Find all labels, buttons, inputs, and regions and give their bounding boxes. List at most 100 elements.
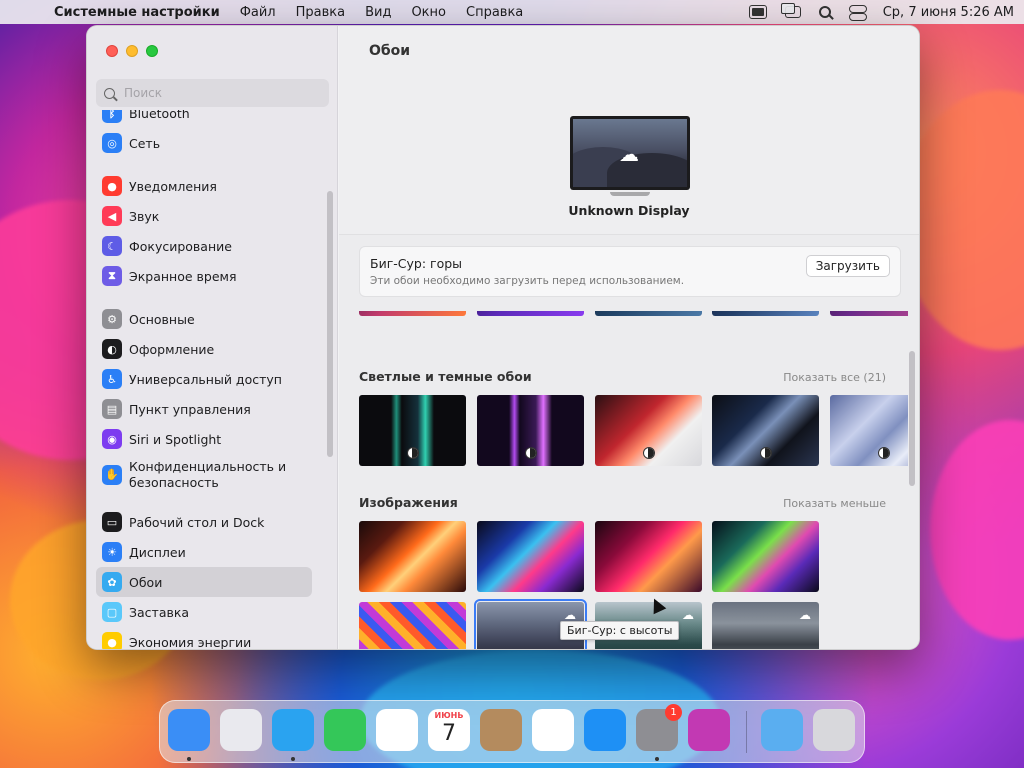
wallpaper-gallery: Светлые и темные обои Показать все (21) … xyxy=(339,311,908,649)
sidebar-item-speaker[interactable]: ◀ Звук xyxy=(96,201,312,231)
sidebar-item-label: Рабочий стол и Dock xyxy=(129,514,265,530)
sidebar-item-moon[interactable]: ☾ Фокусирование xyxy=(96,231,312,261)
notification-badge: 1 xyxy=(665,704,682,721)
wallpaper-thumbnail[interactable] xyxy=(359,521,466,592)
calendar-icon[interactable]: ИЮНЬ 7 xyxy=(428,709,470,751)
speaker-icon: ◀ xyxy=(102,206,122,226)
calendar-month: ИЮНЬ xyxy=(434,711,464,720)
sidebar-item-bell[interactable]: ● Уведомления xyxy=(96,171,312,201)
sidebar-item-sun[interactable]: ☀ Дисплеи xyxy=(96,537,312,567)
spotlight-search-icon[interactable] xyxy=(818,6,831,18)
sidebar-item-screensaver[interactable]: ▢ Заставка xyxy=(96,597,312,627)
dynamic-wallpaper-thumbnail[interactable] xyxy=(595,395,702,466)
sidebar-item-hand[interactable]: ✋ Конфиденциальность и безопасность xyxy=(96,454,312,496)
hand-icon: ✋ xyxy=(102,465,122,485)
main-content: Обои ☁ Unknown Display Биг-Сур: горы Эти… xyxy=(339,26,919,649)
menu-app-name[interactable]: Системные настройки xyxy=(54,5,220,20)
show-all-link[interactable]: Показать все (21) xyxy=(783,371,886,384)
sidebar-item-dock[interactable]: ▭ Рабочий стол и Dock xyxy=(96,507,312,537)
sidebar-item-label: Bluetooth xyxy=(129,110,190,121)
sidebar-item-globe[interactable]: ◎ Сеть xyxy=(96,128,312,158)
sidebar-item-hourglass[interactable]: ⧗ Экранное время xyxy=(96,261,312,291)
sidebar-item-label: Экранное время xyxy=(129,268,237,284)
sidebar-item-accessibility[interactable]: ♿ Универсальный доступ xyxy=(96,364,312,394)
system-settings-window: ᛒ Bluetooth ◎ Сеть ● Уведомления ◀ Звук ☾ Фокусир… xyxy=(86,25,920,650)
sidebar-item-label: Универсальный доступ xyxy=(129,371,282,387)
light-dark-icon xyxy=(760,447,772,459)
menu-file[interactable]: Файл xyxy=(240,5,276,20)
download-button[interactable]: Загрузить xyxy=(805,255,890,277)
wallpaper-thumbnail[interactable] xyxy=(712,521,819,592)
sidebar-search[interactable] xyxy=(96,79,329,107)
safari-icon[interactable] xyxy=(272,709,314,751)
dynamic-wallpaper-thumbnail[interactable] xyxy=(477,395,584,466)
screensaver-icon: ▢ xyxy=(102,602,122,622)
sidebar-item-siri[interactable]: ◉ Siri и Spotlight xyxy=(96,424,312,454)
sidebar-item-bulb[interactable]: ● Экономия энергии xyxy=(96,627,312,649)
show-less-link[interactable]: Показать меньше xyxy=(783,497,886,510)
minimize-window-button[interactable] xyxy=(126,45,138,57)
trash-icon[interactable] xyxy=(813,709,855,751)
sidebar-item-label: Основные xyxy=(129,311,195,327)
screen-mirroring-icon[interactable] xyxy=(780,3,801,18)
downloads-folder-icon[interactable] xyxy=(761,709,803,751)
dynamic-wallpaper-thumbnail[interactable] xyxy=(712,395,819,466)
sidebar-item-label: Сеть xyxy=(129,135,161,151)
screen-time-icon[interactable] xyxy=(688,709,730,751)
running-app-indicator xyxy=(187,757,191,761)
bluetooth-icon: ᛒ xyxy=(102,110,122,123)
main-scrollbar[interactable] xyxy=(909,351,915,486)
appearance-icon: ◐ xyxy=(102,339,122,359)
menu-help[interactable]: Справка xyxy=(466,5,523,20)
wallpaper-thumbnail[interactable] xyxy=(595,521,702,592)
window-controls xyxy=(106,45,158,57)
sidebar-item-bluetooth[interactable]: ᛒ Bluetooth xyxy=(96,110,312,128)
sidebar-item-control-center[interactable]: ▤ Пункт управления xyxy=(96,394,312,424)
section-title-images: Изображения xyxy=(359,495,458,510)
wallpaper-thumbnail[interactable] xyxy=(477,311,584,316)
dynamic-wallpaper-thumbnail[interactable] xyxy=(359,395,466,466)
wallpaper-thumbnail[interactable] xyxy=(359,311,466,316)
sidebar-item-gear[interactable]: ⚙ Основные xyxy=(96,304,312,334)
section-title-light-dark: Светлые и темные обои xyxy=(359,369,532,384)
system-settings-icon[interactable]: 1 xyxy=(636,704,682,751)
sidebar: ᛒ Bluetooth ◎ Сеть ● Уведомления ◀ Звук ☾ Фокусир… xyxy=(87,26,338,649)
menu-view[interactable]: Вид xyxy=(365,5,391,20)
light-dark-icon xyxy=(878,447,890,459)
zoom-window-button[interactable] xyxy=(146,45,158,57)
calendar-day: 7 xyxy=(442,721,456,746)
contacts-icon[interactable] xyxy=(480,709,522,751)
display-name: Unknown Display xyxy=(568,203,690,218)
launchpad-icon[interactable] xyxy=(220,709,262,751)
sidebar-scrollbar[interactable] xyxy=(327,191,333,457)
app-store-icon[interactable] xyxy=(584,709,626,751)
close-window-button[interactable] xyxy=(106,45,118,57)
wallpaper-thumbnail[interactable] xyxy=(477,521,584,592)
display-preview[interactable]: ☁ xyxy=(570,116,690,196)
siri-icon: ◉ xyxy=(102,429,122,449)
bulb-icon: ● xyxy=(102,632,122,649)
wallpaper-thumbnail[interactable] xyxy=(712,311,819,316)
control-center-icon[interactable] xyxy=(848,5,867,21)
search-input[interactable] xyxy=(124,86,314,100)
battery-icon[interactable] xyxy=(748,5,767,19)
sidebar-item-appearance[interactable]: ◐ Оформление xyxy=(96,334,312,364)
finder-icon[interactable] xyxy=(168,709,210,751)
sidebar-item-label: Пункт управления xyxy=(129,401,251,417)
wallpaper-thumbnail[interactable] xyxy=(359,602,466,649)
sidebar-item-label: Экономия энергии xyxy=(129,634,252,650)
menu-edit[interactable]: Правка xyxy=(296,5,345,20)
dynamic-wallpaper-thumbnail[interactable] xyxy=(830,395,908,466)
cloud-download-icon: ☁ xyxy=(799,608,811,622)
wallpaper-thumbnail[interactable]: ☁ xyxy=(712,602,819,649)
wallpaper-thumbnail[interactable] xyxy=(830,311,908,316)
dock-separator xyxy=(746,711,747,753)
photos-icon[interactable] xyxy=(376,709,418,751)
wallpaper-thumbnail[interactable] xyxy=(595,311,702,316)
light-dark-icon xyxy=(643,447,655,459)
menu-window[interactable]: Окно xyxy=(411,5,446,20)
sidebar-item-wallpaper[interactable]: ✿ Обои xyxy=(96,567,312,597)
messages-icon[interactable] xyxy=(324,709,366,751)
reminders-icon[interactable] xyxy=(532,709,574,751)
menu-clock[interactable]: Ср, 7 июня 5:26 AM xyxy=(883,5,1014,20)
